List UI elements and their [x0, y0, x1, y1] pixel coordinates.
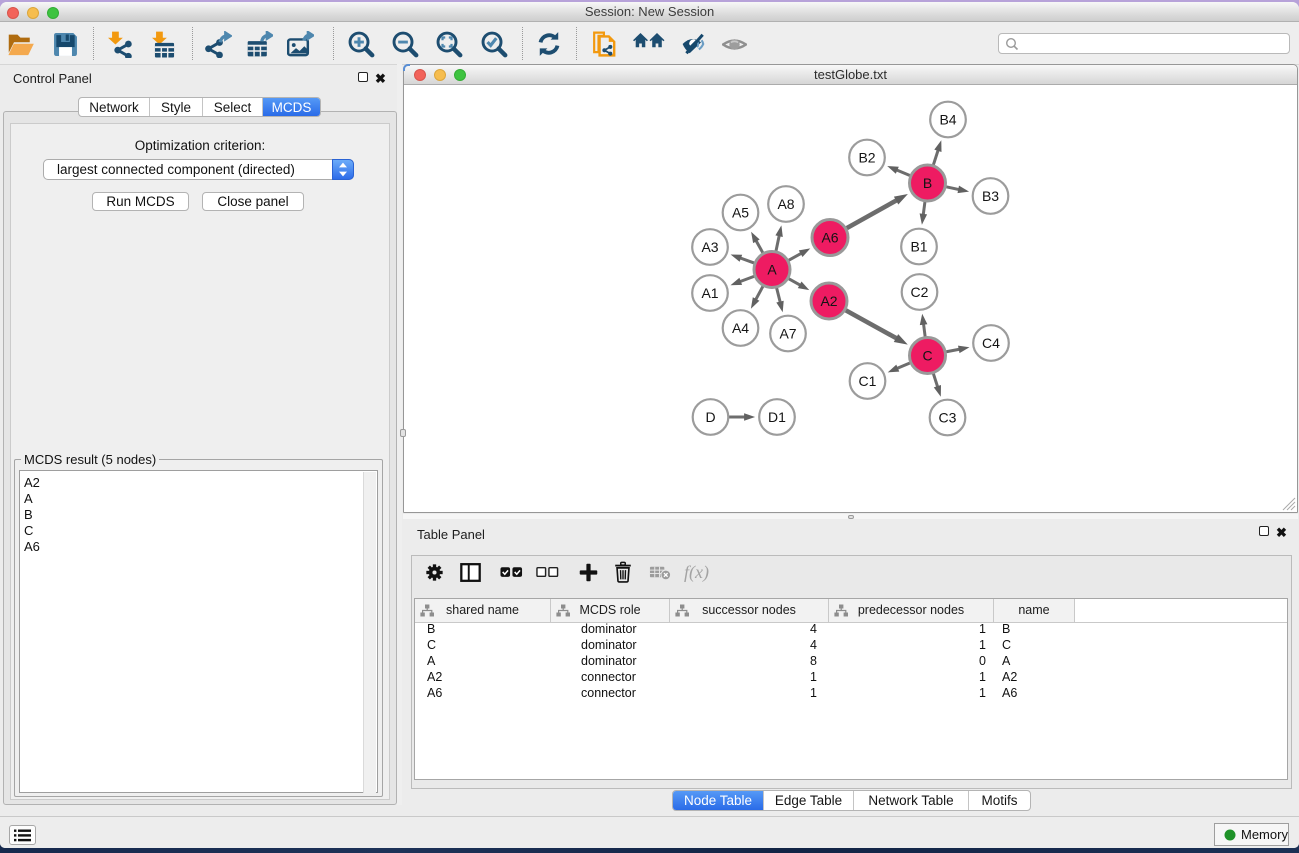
svg-text:C2: C2	[911, 284, 929, 300]
svg-text:A3: A3	[701, 239, 718, 255]
svg-text:B1: B1	[910, 239, 927, 255]
svg-text:A2: A2	[820, 293, 837, 309]
svg-text:A8: A8	[777, 196, 794, 212]
svg-text:A: A	[767, 262, 777, 278]
svg-text:A4: A4	[732, 320, 749, 336]
svg-text:D: D	[705, 409, 715, 425]
svg-text:C1: C1	[859, 373, 877, 389]
svg-text:D1: D1	[768, 409, 786, 425]
svg-text:C: C	[922, 348, 932, 364]
svg-text:A5: A5	[732, 205, 749, 221]
svg-text:B2: B2	[858, 150, 875, 166]
svg-text:B4: B4	[939, 112, 956, 128]
svg-text:A6: A6	[821, 230, 838, 246]
svg-text:C4: C4	[982, 335, 1000, 351]
svg-text:B: B	[923, 175, 932, 191]
svg-text:B3: B3	[982, 188, 999, 204]
svg-text:C3: C3	[939, 410, 957, 426]
svg-text:A1: A1	[701, 285, 718, 301]
svg-text:A7: A7	[779, 326, 796, 342]
